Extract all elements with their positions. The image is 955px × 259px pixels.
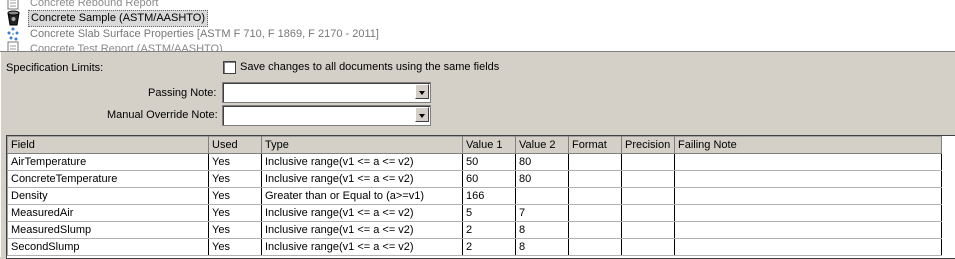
column-header-value1[interactable]: Value 1 [462,136,516,154]
column-header-value2[interactable]: Value 2 [515,136,569,154]
table-row[interactable]: MeasuredSlump Yes Inclusive range(v1 <= … [7,221,942,239]
cell-format[interactable] [568,204,622,222]
cell-field[interactable]: AirTemperature [7,153,209,171]
document-list[interactable]: Concrete Rebound Report Concrete Sample … [0,0,955,52]
override-note-combo[interactable] [222,105,431,126]
cell-field[interactable]: SecondSlump [7,238,209,256]
cell-value1[interactable]: 166 [462,187,516,205]
cell-precision[interactable] [621,170,675,188]
cell-used[interactable]: Yes [208,170,262,188]
cell-value2[interactable]: 80 [515,170,569,188]
table-row[interactable]: MeasuredAir Yes Inclusive range(v1 <= a … [7,204,942,222]
column-header-type[interactable]: Type [261,136,463,154]
document-item[interactable]: Concrete Slab Surface Properties [ASTM F… [5,26,381,42]
cell-used[interactable]: Yes [208,238,262,256]
chevron-down-icon[interactable] [415,84,429,99]
cell-used[interactable]: Yes [208,187,262,205]
cell-failing-note[interactable] [674,170,942,188]
cell-type[interactable]: Greater than or Equal to (a>=v1) [261,187,463,205]
cell-value2[interactable] [515,187,569,205]
document-item-selected[interactable]: Concrete Sample (ASTM/AASHTO) [5,9,209,27]
cell-failing-note[interactable] [674,238,942,256]
cell-value2[interactable]: 8 [515,221,569,239]
chevron-down-icon[interactable] [415,107,429,122]
save-all-checkbox[interactable] [223,61,236,74]
spec-title: Specification Limits: [6,62,104,74]
override-note-label: Manual Override Note: [107,109,218,121]
spec-limits-grid[interactable]: Field Used Type Value 1 Value 2 Format P… [6,135,955,259]
cell-format[interactable] [568,170,622,188]
cell-field[interactable]: MeasuredSlump [7,221,209,239]
passing-note-label: Passing Note: [148,87,217,99]
cell-type[interactable]: Inclusive range(v1 <= a <= v2) [261,238,463,256]
cell-failing-note[interactable] [674,204,942,222]
cell-failing-note[interactable] [674,187,942,205]
cell-precision[interactable] [621,187,675,205]
cell-value2[interactable]: 80 [515,153,569,171]
passing-note-combo[interactable] [222,82,431,103]
cell-type[interactable]: Inclusive range(v1 <= a <= v2) [261,204,463,222]
cell-used[interactable]: Yes [208,153,262,171]
cell-failing-note[interactable] [674,221,942,239]
cell-precision[interactable] [621,238,675,256]
document-label: Concrete Test Report (ASTM/AASHTO) [30,42,223,52]
cell-field[interactable]: Density [7,187,209,205]
cell-precision[interactable] [621,204,675,222]
table-row[interactable]: ConcreteTemperature Yes Inclusive range(… [7,170,942,188]
cell-precision[interactable] [621,153,675,171]
cell-value2[interactable]: 8 [515,238,569,256]
cell-value1[interactable]: 60 [462,170,516,188]
column-header-failing-note[interactable]: Failing Note [674,136,942,154]
grid-header-row: Field Used Type Value 1 Value 2 Format P… [7,136,942,154]
cell-used[interactable]: Yes [208,221,262,239]
dots-icon [5,26,22,42]
cell-type[interactable]: Inclusive range(v1 <= a <= v2) [261,153,463,171]
cell-precision[interactable] [621,221,675,239]
cell-field[interactable]: ConcreteTemperature [7,170,209,188]
table-row[interactable]: Density Yes Greater than or Equal to (a>… [7,187,942,205]
specification-panel: Specification Limits: Save changes to al… [0,52,955,259]
document-label: Concrete Slab Surface Properties [ASTM F… [30,27,379,40]
cell-format[interactable] [568,153,622,171]
save-all-label: Save changes to all documents using the … [240,61,500,73]
cell-value1[interactable]: 2 [462,238,516,256]
cell-type[interactable]: Inclusive range(v1 <= a <= v2) [261,221,463,239]
column-header-used[interactable]: Used [208,136,262,154]
document-icon [5,41,22,51]
cell-format[interactable] [568,187,622,205]
cell-used[interactable]: Yes [208,204,262,222]
cell-format[interactable] [568,221,622,239]
column-header-field[interactable]: Field [7,136,209,154]
cell-field[interactable]: MeasuredAir [7,204,209,222]
cell-failing-note[interactable] [674,153,942,171]
bucket-icon [5,10,22,26]
table-row[interactable]: AirTemperature Yes Inclusive range(v1 <=… [7,153,942,171]
document-item[interactable]: Concrete Test Report (ASTM/AASHTO) [5,41,225,52]
table-row[interactable]: SecondSlump Yes Inclusive range(v1 <= a … [7,238,942,256]
cell-value2[interactable]: 7 [515,204,569,222]
cell-value1[interactable]: 2 [462,221,516,239]
cell-format[interactable] [568,238,622,256]
cell-value1[interactable]: 5 [462,204,516,222]
document-label: Concrete Sample (ASTM/AASHTO) [28,9,209,27]
column-header-precision[interactable]: Precision [621,136,675,154]
cell-type[interactable]: Inclusive range(v1 <= a <= v2) [261,170,463,188]
column-header-format[interactable]: Format [568,136,622,154]
cell-value1[interactable]: 50 [462,153,516,171]
